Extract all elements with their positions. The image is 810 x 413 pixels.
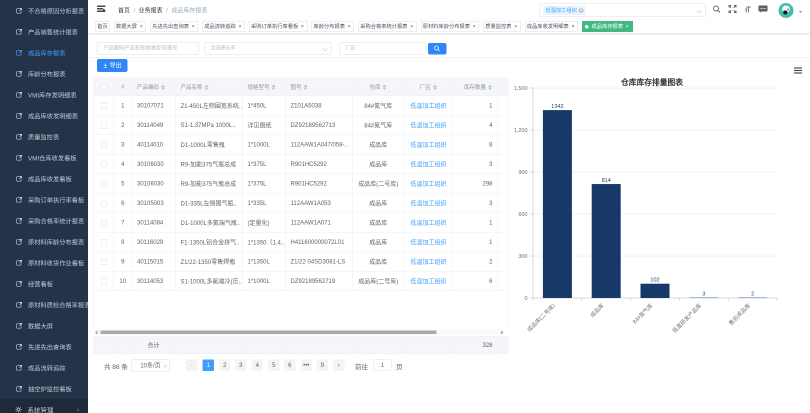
svg-text:低温研发产品库: 低温研发产品库 <box>670 301 703 334</box>
svg-text:0: 0 <box>524 296 527 302</box>
svg-text:300: 300 <box>518 254 527 260</box>
svg-text:成品库: 成品库 <box>588 301 606 319</box>
svg-text:售后成品库: 售后成品库 <box>727 301 752 326</box>
svg-text:84#氮气库: 84#氮气库 <box>631 301 655 325</box>
svg-text:900: 900 <box>518 170 527 176</box>
svg-text:102: 102 <box>650 278 659 284</box>
svg-text:1,200: 1,200 <box>514 128 528 134</box>
svg-text:2: 2 <box>751 292 754 298</box>
svg-text:仓库库存排量图表: 仓库库存排量图表 <box>620 77 683 87</box>
svg-text:814: 814 <box>602 178 611 184</box>
svg-text:3: 3 <box>702 292 705 298</box>
svg-text:600: 600 <box>518 212 527 218</box>
svg-text:成品库(二号库): 成品库(二号库) <box>525 302 557 334</box>
svg-text:1,500: 1,500 <box>514 86 528 92</box>
svg-text:1342: 1342 <box>551 104 563 110</box>
